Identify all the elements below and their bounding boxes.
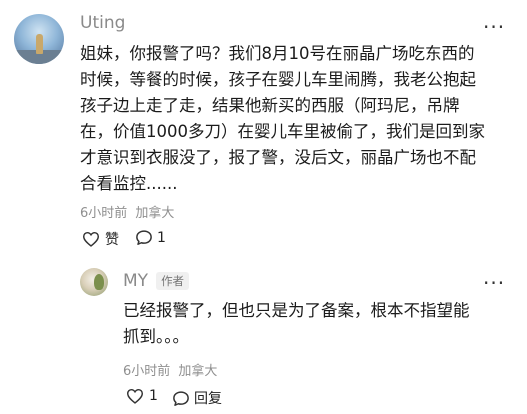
reply-header: MY 作者 (123, 271, 190, 291)
reply-username[interactable]: MY (123, 271, 148, 291)
reply-button[interactable]: 回复 (172, 388, 222, 408)
reply-like-count: 1 (149, 388, 158, 404)
reply-meta: 6小时前 加拿大 (123, 360, 217, 379)
reply-text-line: 抓到。。。 (123, 327, 189, 346)
comment-text-line: 时候，等餐的时候，孩子在婴儿车里闹腾，我老公抱起 (80, 70, 476, 89)
comment-text: 姐妹，你报警了吗？我们8月10号在丽晶广场吃东西的 时候，等餐的时候，孩子在婴儿… (80, 41, 520, 197)
comment-text-line: 才意识到衣服没了，报了警，没后文，丽晶广场也不配 (80, 148, 476, 167)
avatar-photo-figure (36, 34, 43, 54)
comment-text-line: 合看监控...... (80, 174, 178, 193)
reply-like-button[interactable]: 1 (126, 388, 158, 404)
comment-username[interactable]: Uting (80, 13, 125, 33)
comment-bubble-icon (136, 230, 152, 245)
comment-bubble-icon (173, 390, 189, 406)
reply-avatar[interactable] (80, 268, 108, 296)
reply-text-line: 已经报警了，但也只是为了备案，根本不指望能 (123, 301, 470, 320)
comment-text-line: 孩子边上走了走，结果他新买的西服（阿玛尼，吊牌 (80, 96, 460, 115)
reply-time: 6小时前 (123, 364, 171, 379)
like-label: 赞 (105, 232, 119, 248)
comment-location: 加拿大 (135, 206, 175, 221)
comment-text-line: 在，价值1000多刀）在婴儿车里被偷了，我们是回到家 (80, 122, 485, 141)
reply-more-options-icon[interactable]: ··· (483, 273, 505, 293)
reply-text: 已经报警了，但也只是为了备案，根本不指望能 抓到。。。 (123, 298, 518, 350)
more-options-icon[interactable]: ··· (483, 17, 505, 37)
comment-meta: 6小时前 加拿大 (80, 202, 174, 221)
reply-location: 加拿大 (178, 364, 218, 379)
author-badge: 作者 (156, 272, 190, 290)
avatar[interactable] (14, 14, 64, 64)
reply-count-button[interactable]: 1 (135, 229, 166, 246)
comment-time: 6小时前 (80, 206, 128, 221)
reply-count: 1 (157, 229, 166, 246)
like-button[interactable]: 赞 (82, 229, 119, 249)
avatar-photo-plant (94, 274, 104, 290)
heart-icon (82, 231, 100, 247)
comment-text-line: 姐妹，你报警了吗？我们8月10号在丽晶广场吃东西的 (80, 44, 475, 63)
reply-label: 回复 (194, 391, 222, 407)
heart-icon (126, 388, 144, 404)
